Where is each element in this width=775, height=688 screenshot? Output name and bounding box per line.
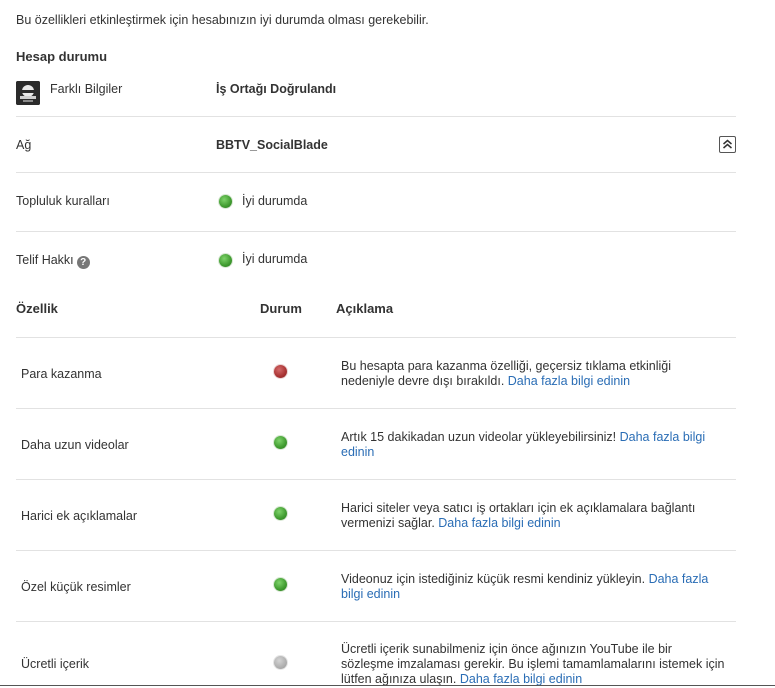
feature-description: Bu hesapta para kazanma özelliği, geçers… xyxy=(341,359,726,389)
status-text: İyi durumda xyxy=(242,194,308,208)
collapse-toggle-button[interactable] xyxy=(719,136,736,153)
feature-name: Harici ek açıklamalar xyxy=(21,509,138,523)
account-row-label: Ağ xyxy=(16,138,32,152)
learn-more-link[interactable]: Daha fazla bilgi edinin xyxy=(438,516,560,530)
account-row-label: Telif Hakkı? xyxy=(16,253,90,269)
channel-avatar xyxy=(16,81,40,105)
intro-text: Bu özellikleri etkinleştirmek için hesab… xyxy=(16,13,429,27)
account-status-page: Bu özellikleri etkinleştirmek için hesab… xyxy=(0,0,775,688)
account-row-label: Topluluk kuralları xyxy=(16,194,110,208)
chevron-double-up-icon xyxy=(723,139,732,149)
status-green-icon xyxy=(274,507,287,520)
column-header-feature: Özellik xyxy=(16,301,58,316)
learn-more-link[interactable]: Daha fazla bilgi edinin xyxy=(508,374,630,388)
status-green-icon xyxy=(274,578,287,591)
help-icon[interactable]: ? xyxy=(76,256,90,269)
table-row: Daha uzun videolar Artık 15 dakikadan uz… xyxy=(16,408,736,479)
table-row: Özel küçük resimler Videonuz için istedi… xyxy=(16,550,736,621)
column-header-description: Açıklama xyxy=(336,301,394,316)
partner-verified-value: İş Ortağı Doğrulandı xyxy=(216,82,337,96)
feature-name: Daha uzun videolar xyxy=(21,438,129,452)
table-row: Para kazanma Bu hesapta para kazanma öze… xyxy=(16,337,736,408)
account-row-channel: Farklı Bilgiler İş Ortağı Doğrulandı xyxy=(16,64,736,117)
bottom-divider xyxy=(0,685,775,686)
status-green-icon xyxy=(219,254,232,267)
description-text: Videonuz için istediğiniz küçük resmi ke… xyxy=(341,572,646,586)
description-text: Artık 15 dakikadan uzun videolar yükleye… xyxy=(341,430,617,444)
feature-description: Ücretli içerik sunabilmeniz için önce ağ… xyxy=(341,642,726,687)
feature-name: Para kazanma xyxy=(21,367,102,381)
status-green-icon xyxy=(274,436,287,449)
status-green-icon xyxy=(219,195,232,208)
status-text: İyi durumda xyxy=(242,252,308,266)
account-row-network: Ağ BBTV_SocialBlade xyxy=(16,117,736,173)
column-header-status: Durum xyxy=(260,301,302,316)
feature-description: Artık 15 dakikadan uzun videolar yükleye… xyxy=(341,430,726,460)
learn-more-link[interactable]: Daha fazla bilgi edinin xyxy=(460,672,582,686)
table-row: Harici ek açıklamalar Harici siteler vey… xyxy=(16,479,736,550)
account-status-title: Hesap durumu xyxy=(16,49,108,64)
status-gray-icon xyxy=(274,656,287,669)
account-row-copyright: Telif Hakkı? İyi durumda xyxy=(16,232,736,284)
copyright-label: Telif Hakkı xyxy=(16,253,74,267)
account-row-label: Farklı Bilgiler xyxy=(50,82,123,96)
feature-description: Harici siteler veya satıcı iş ortakları … xyxy=(341,501,726,531)
feature-name: Özel küçük resimler xyxy=(21,580,131,594)
feature-name: Ücretli içerik xyxy=(21,657,90,671)
account-row-community: Topluluk kuralları İyi durumda xyxy=(16,173,736,232)
network-value: BBTV_SocialBlade xyxy=(216,138,328,152)
table-row: Ücretli içerik Ücretli içerik sunabilmen… xyxy=(16,621,736,687)
status-red-icon xyxy=(274,365,287,378)
feature-description: Videonuz için istediğiniz küçük resmi ke… xyxy=(341,572,726,602)
